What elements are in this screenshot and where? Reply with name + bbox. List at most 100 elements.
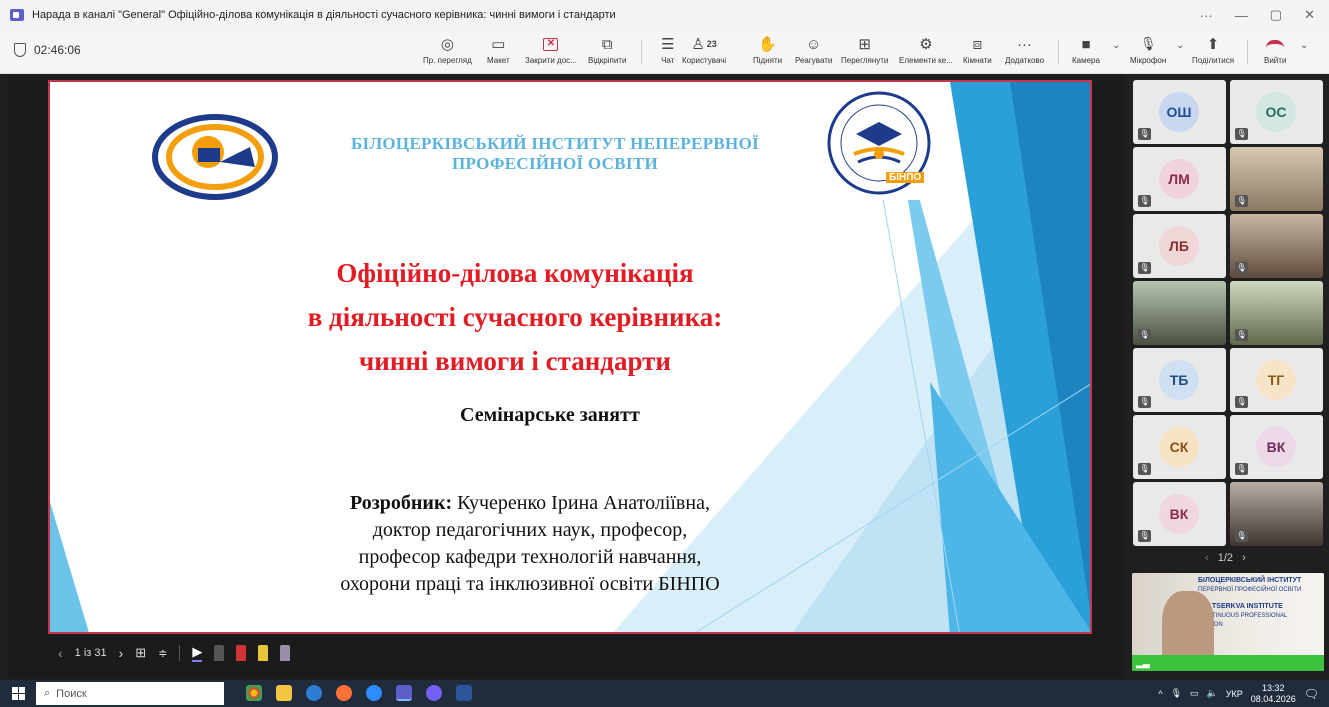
next-slide-button[interactable]: › bbox=[119, 645, 124, 661]
self-view-video[interactable]: БІЛОЦЕРКІВСЬКИЙ ІНСТИТУТ ПЕРЕРВНОЇ ПРОФЕ… bbox=[1132, 573, 1324, 671]
participant-tile[interactable]: ЛБ 🎙 bbox=[1133, 214, 1226, 278]
people-icon: ♙ bbox=[691, 36, 705, 53]
camera-options-chevron-icon[interactable]: ⌄ bbox=[1112, 40, 1120, 51]
muted-mic-icon: 🎙 bbox=[1235, 396, 1248, 408]
apps-button[interactable]: ⚙ Елементи ке... bbox=[899, 34, 953, 65]
windows-start-button[interactable] bbox=[12, 687, 25, 700]
tray-chevron-icon[interactable]: ^ bbox=[1158, 689, 1162, 699]
taskbar-clock[interactable]: 13:32 08.04.2026 bbox=[1251, 683, 1296, 705]
close-window-button[interactable]: ✕ bbox=[1304, 7, 1315, 23]
settings-slider-icon[interactable]: ≑ bbox=[158, 647, 167, 660]
grid-view-icon[interactable]: ⊞ bbox=[135, 645, 146, 661]
highlighter-icon[interactable] bbox=[258, 645, 269, 661]
slide-controls: ‹ 1 із 31 › ⊞ ≑ ▶ bbox=[58, 640, 291, 666]
participant-video-tile[interactable]: 🎙 bbox=[1230, 147, 1323, 211]
viber-icon[interactable] bbox=[426, 685, 442, 701]
gallery-pager: ‹ 1/2 › bbox=[1205, 552, 1246, 564]
stop-sharing-button[interactable]: ✕ Закрити дос... bbox=[525, 34, 577, 65]
author-line-2: професор кафедри технологій навчання, bbox=[358, 546, 702, 568]
volume-icon[interactable]: 🔈 bbox=[1207, 688, 1218, 699]
participant-video-tile[interactable]: 🎙 bbox=[1230, 482, 1323, 546]
network-icon[interactable]: ▭ bbox=[1190, 688, 1199, 699]
react-button[interactable]: ☺ Реагувати bbox=[795, 34, 832, 66]
participant-tile[interactable]: ТБ 🎙 bbox=[1133, 348, 1226, 412]
view-icon: ⊞ bbox=[858, 36, 871, 53]
participant-tile[interactable]: СК 🎙 bbox=[1133, 415, 1226, 479]
muted-mic-icon: 🎙 bbox=[1138, 195, 1151, 207]
eraser-icon[interactable] bbox=[214, 645, 225, 661]
mic-options-chevron-icon[interactable]: ⌄ bbox=[1176, 40, 1184, 51]
leave-options-chevron-icon[interactable]: ⌄ bbox=[1300, 40, 1308, 51]
institute-logo-left bbox=[152, 114, 278, 200]
red-pen-icon[interactable] bbox=[236, 645, 247, 661]
share-button[interactable]: ⬆ Поділитися bbox=[1192, 34, 1234, 65]
muted-mic-icon: 🎙 bbox=[1138, 262, 1151, 274]
participant-tile[interactable]: ВК 🎙 bbox=[1230, 415, 1323, 479]
selfview-text-4: TINUOUS PROFESSIONAL bbox=[1212, 613, 1288, 619]
layout-icon: ▭ bbox=[491, 36, 506, 53]
participant-tile[interactable]: ТГ 🎙 bbox=[1230, 348, 1323, 412]
prev-slide-button[interactable]: ‹ bbox=[58, 645, 63, 661]
chrome-icon[interactable] bbox=[246, 685, 262, 701]
teams-meeting-window: Нарада в каналі "General" Офіційно-ділов… bbox=[0, 0, 1329, 707]
participant-tile[interactable]: ОС 🎙 bbox=[1230, 80, 1323, 144]
participant-video-tile[interactable]: 🎙 bbox=[1230, 214, 1323, 278]
slide-title-line-2: в діяльності сучасного керівника: bbox=[307, 302, 723, 332]
toolbar-divider bbox=[1247, 40, 1248, 64]
window-controls: ··· — ▢ ✕ bbox=[1200, 0, 1315, 30]
taskbar-search[interactable]: ⌕ Поиск bbox=[36, 682, 224, 705]
muted-mic-icon: 🎙 bbox=[1138, 463, 1151, 475]
file-explorer-icon[interactable] bbox=[276, 685, 292, 701]
avatar: ТГ bbox=[1256, 360, 1296, 400]
chat-button[interactable]: ☰ Чат bbox=[661, 34, 674, 65]
muted-mic-icon: 🎙 bbox=[1235, 530, 1248, 542]
zoom-icon[interactable] bbox=[366, 685, 382, 701]
rooms-button[interactable]: ⧈ Кімнати bbox=[963, 34, 992, 66]
avatar: ТБ bbox=[1159, 360, 1199, 400]
camera-button[interactable]: ■ Камера bbox=[1072, 34, 1100, 66]
pager-prev-button[interactable]: ‹ bbox=[1205, 552, 1209, 564]
view-button[interactable]: ⊞ Переглянути bbox=[841, 34, 888, 65]
participant-tile[interactable]: ОШ 🎙 bbox=[1133, 80, 1226, 144]
react-icon: ☺ bbox=[806, 35, 822, 53]
layout-button[interactable]: ▭ Макет bbox=[487, 34, 510, 65]
people-button[interactable]: ♙ 23 Користувачі bbox=[682, 34, 726, 65]
pen-icon[interactable] bbox=[280, 645, 291, 661]
tray-mic-icon[interactable]: 🎙 bbox=[1171, 688, 1182, 699]
shared-slide: БІЛОЦЕРКІВСЬКИЙ ІНСТИТУТ НЕПЕРЕРВНОЇ ПРО… bbox=[48, 80, 1092, 634]
avatar: ЛМ bbox=[1159, 159, 1199, 199]
popout-button[interactable]: ⧉ Відкріпити bbox=[588, 34, 626, 66]
more-button[interactable]: ··· Додатково bbox=[1005, 34, 1044, 66]
preview-button[interactable]: ◎ Пр. перегляд bbox=[423, 34, 472, 65]
leave-button[interactable]: Вийти bbox=[1264, 34, 1286, 65]
pager-next-button[interactable]: › bbox=[1242, 552, 1246, 564]
pointer-icon[interactable]: ▶ bbox=[192, 644, 203, 662]
slide-author: Розробник: Кучеренко Ірина Анатоліївна, … bbox=[270, 490, 790, 598]
title-bar: Нарада в каналі "General" Офіційно-ділов… bbox=[0, 0, 1329, 30]
system-tray: ^ 🎙 ▭ 🔈 УКР 13:32 08.04.2026 🗨 bbox=[1158, 680, 1319, 707]
edge-icon[interactable] bbox=[306, 685, 322, 701]
participant-video-tile[interactable]: 🎙 bbox=[1133, 281, 1226, 345]
window-more-button[interactable]: ··· bbox=[1200, 8, 1213, 23]
maximize-button[interactable]: ▢ bbox=[1270, 7, 1282, 23]
apps-icon: ⚙ bbox=[919, 36, 933, 53]
language-indicator[interactable]: УКР bbox=[1226, 689, 1243, 699]
audio-level-icon: ▂▃ bbox=[1136, 658, 1150, 668]
notifications-icon[interactable]: 🗨 bbox=[1304, 687, 1319, 701]
camera-icon: ■ bbox=[1081, 35, 1091, 53]
raise-hand-button[interactable]: ✋ Підняти bbox=[753, 34, 782, 65]
selfview-text-1: БІЛОЦЕРКІВСЬКИЙ ІНСТИТУТ bbox=[1198, 577, 1302, 584]
avatar: ВК bbox=[1159, 494, 1199, 534]
binpo-logo-label: БІНПО bbox=[886, 172, 925, 183]
participant-video-tile[interactable]: 🎙 bbox=[1230, 281, 1323, 345]
firefox-icon[interactable] bbox=[336, 685, 352, 701]
minimize-button[interactable]: — bbox=[1235, 8, 1248, 23]
windows-taskbar: ⌕ Поиск ^ 🎙 ▭ 🔈 УКР 13:32 08.04.2026 🗨 bbox=[0, 680, 1329, 707]
author-label: Розробник: bbox=[350, 492, 453, 514]
author-name: Кучеренко Ірина Анатоліївна, bbox=[457, 492, 710, 514]
teams-taskbar-icon[interactable] bbox=[396, 685, 412, 701]
word-icon[interactable] bbox=[456, 685, 472, 701]
participant-tile[interactable]: ВК 🎙 bbox=[1133, 482, 1226, 546]
mic-button[interactable]: 🎙 Мікрофон bbox=[1130, 34, 1166, 65]
participant-tile[interactable]: ЛМ 🎙 bbox=[1133, 147, 1226, 211]
